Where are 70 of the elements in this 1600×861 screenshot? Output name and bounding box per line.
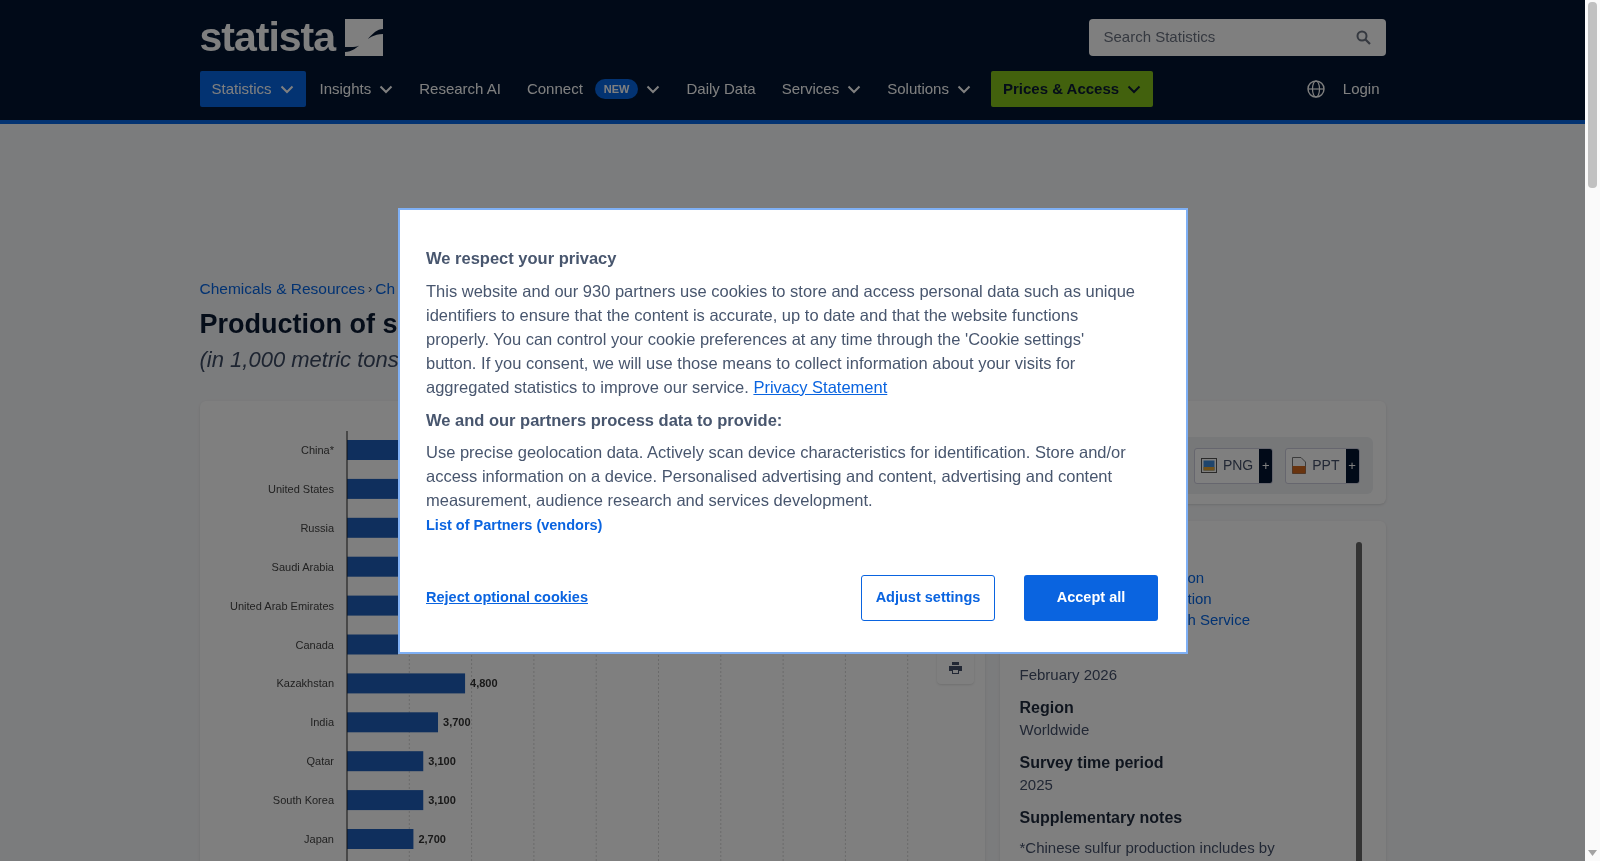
search-icon [1355,30,1371,45]
nav-tab[interactable]: Solutions [875,71,983,107]
download-button[interactable]: PPT + [1285,447,1360,484]
data-label: 4,800 [469,677,498,690]
category-label: China* [300,444,334,456]
logo-icon [345,19,384,56]
category-label: South Korea [272,794,334,807]
printer-icon [948,661,962,674]
scrollbar-thumb[interactable] [1588,2,1597,188]
prices-button[interactable]: Prices & Access [990,71,1154,107]
field-value: 2025 [1019,775,1054,795]
category-label: Russia [299,521,334,534]
logo-wordmark: statista [199,17,336,58]
nav-tab[interactable]: Connect NEW [514,71,673,107]
breadcrumb-link[interactable]: Ch [375,277,396,301]
document-icon [1292,457,1307,474]
chevron-down-icon [379,84,394,94]
scroll-down-icon[interactable] [1588,850,1597,856]
category-label: United States [267,482,334,495]
breadcrumb-separator: › [367,280,373,299]
category-label: Qatar [306,755,334,768]
chevron-down-icon [646,84,661,94]
login-link[interactable]: Login [1342,77,1380,101]
details-link[interactable]: h Service [1187,609,1251,630]
reject-link[interactable]: Reject optional cookies [426,586,588,609]
nav-tab[interactable]: Insights [307,71,406,107]
adjust-settings-button[interactable]: Adjust settings [861,574,995,621]
globe-icon[interactable] [1306,80,1325,98]
field-value: February 2026 [1019,665,1119,685]
breadcrumb-link[interactable]: Chemicals & Resources [199,277,365,301]
image-file-icon [1200,458,1217,473]
category-label: United Arab Emirates [229,599,334,612]
category-label: Kazakhstan [276,677,334,690]
field-label: Survey time period [1019,753,1165,773]
category-label: India [309,716,334,729]
field-value: Worldwide [1019,720,1091,740]
data-label: 2,700 [417,833,446,845]
details-scrollbar[interactable] [1355,542,1362,861]
page-scrollbar[interactable] [1585,0,1600,861]
nav-tab[interactable]: Research AI [407,71,513,107]
chevron-down-icon [956,84,971,94]
category-label: Saudi Arabia [271,560,334,573]
field-value: *Chinese sulfur production includes by [1019,838,1276,858]
page-title: Production of s [199,308,398,341]
chevron-down-icon [1127,84,1142,94]
nav-tab[interactable]: Statistics [199,71,306,107]
dialog-heading: We and our partners process data to provide: [426,410,784,431]
partners-link[interactable]: List of Partners (vendors) [426,515,603,537]
page-subtitle: (in 1,000 metric tons [199,346,399,374]
nav-tab[interactable]: Daily Data [674,71,768,107]
new-badge: NEW [594,78,639,100]
search-field[interactable]: Search Statistics [1088,19,1386,56]
dialog-text: This website and our 930 partners use cookies to store and access personal data such as unique identifiers to ensure that the content is accurate, up to date and that the website functions properly. You can control your cookie preferences at any time through the 'Cookie settings' button. If you consent, we will use those means to collect information about your visits for aggregated statistics to improve our service. Privacy Statement [426,281,1136,398]
details-link[interactable]: tion [1187,588,1212,609]
field-label: Region [1019,698,1075,718]
data-label: 3,100 [427,755,456,768]
category-label: Japan [303,833,334,845]
privacy-link[interactable]: Privacy Statement [753,378,888,396]
category-label: Canada [294,638,334,651]
data-label: 3,700 [442,716,471,729]
chevron-down-icon [279,84,294,94]
chevron-down-icon [847,84,862,94]
details-link[interactable]: on [1187,567,1205,588]
download-button[interactable]: PNG + [1193,447,1274,484]
accept-all-button[interactable]: Accept all [1024,574,1158,621]
nav-tab[interactable]: Services [769,71,874,107]
data-label: 3,100 [427,794,456,807]
field-label: Supplementary notes [1019,808,1184,828]
dialog-title: We respect your privacy [426,248,618,269]
dialog-text: Use precise geolocation data. Actively scan device characteristics for identification. Store and/or access information on a device. Personalised advertising and content, advertising and content measurement, audience research and services development. [426,442,1127,511]
